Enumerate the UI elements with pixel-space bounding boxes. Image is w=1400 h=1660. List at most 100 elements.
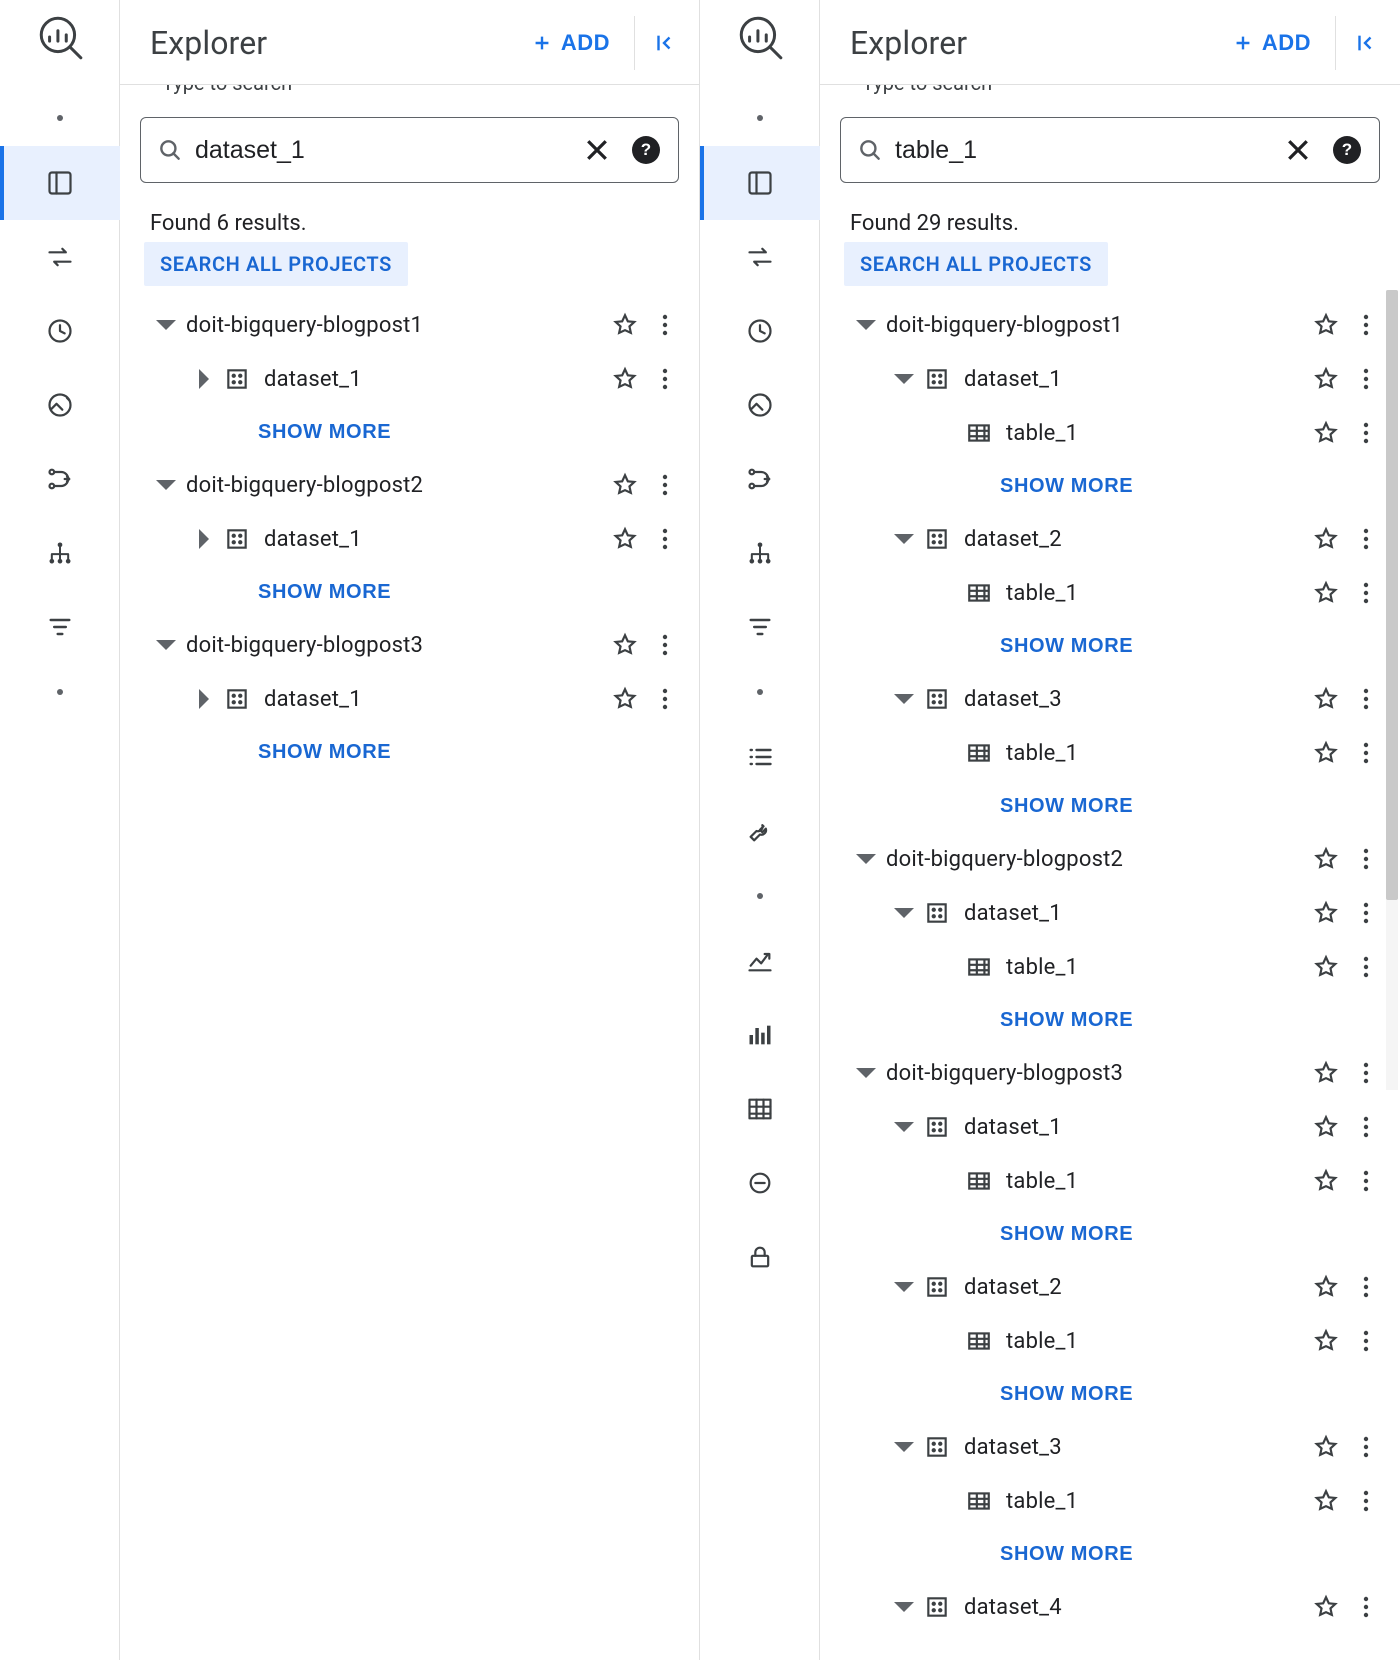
clear-search-button[interactable]	[578, 131, 616, 169]
more-actions-button[interactable]	[645, 305, 685, 345]
more-actions-button[interactable]	[1346, 1053, 1386, 1093]
table-row[interactable]: table_1	[828, 566, 1392, 620]
collapse-panel-button[interactable]	[1340, 22, 1390, 64]
show-more-button[interactable]: SHOW MORE	[258, 421, 391, 444]
more-actions-button[interactable]	[1346, 1267, 1386, 1307]
more-actions-button[interactable]	[645, 519, 685, 559]
star-button[interactable]	[605, 679, 645, 719]
expand-icon[interactable]	[146, 625, 186, 665]
search-all-projects-button[interactable]: SEARCH ALL PROJECTS	[144, 242, 408, 286]
add-button[interactable]: ADD	[1212, 20, 1331, 66]
sidebar-bars-item[interactable]	[700, 998, 820, 1072]
sidebar-dataflow-item[interactable]	[700, 442, 820, 516]
star-button[interactable]	[1306, 679, 1346, 719]
dataset-row[interactable]: dataset_4	[828, 1580, 1392, 1634]
expand-icon[interactable]	[884, 679, 924, 719]
sidebar-scheduled-item[interactable]	[700, 368, 820, 442]
star-button[interactable]	[605, 359, 645, 399]
scrollbar-thumb[interactable]	[1386, 290, 1398, 900]
expand-icon[interactable]	[184, 359, 224, 399]
dataset-row[interactable]: dataset_1	[828, 352, 1392, 406]
expand-icon[interactable]	[884, 893, 924, 933]
project-row[interactable]: doit-bigquery-blogpost2	[128, 458, 691, 512]
dataset-row[interactable]: dataset_1	[128, 512, 691, 566]
more-actions-button[interactable]	[1346, 679, 1386, 719]
project-row[interactable]: doit-bigquery-blogpost3	[828, 1046, 1392, 1100]
expand-icon[interactable]	[884, 519, 924, 559]
more-actions-button[interactable]	[1346, 1321, 1386, 1361]
dataset-row[interactable]: dataset_1	[128, 672, 691, 726]
star-button[interactable]	[1306, 1161, 1346, 1201]
more-actions-button[interactable]	[1346, 1587, 1386, 1627]
more-actions-button[interactable]	[1346, 519, 1386, 559]
expand-icon[interactable]	[846, 305, 886, 345]
project-row[interactable]: doit-bigquery-blogpost1	[828, 298, 1392, 352]
sidebar-transfers-item[interactable]	[700, 220, 820, 294]
scrollbar[interactable]	[1386, 290, 1398, 1090]
collapse-panel-button[interactable]	[639, 22, 689, 64]
table-row[interactable]: table_1	[828, 940, 1392, 994]
sidebar-lock-item[interactable]	[700, 1220, 820, 1294]
table-row[interactable]: table_1	[828, 1154, 1392, 1208]
more-actions-button[interactable]	[1346, 305, 1386, 345]
star-button[interactable]	[1306, 947, 1346, 987]
star-button[interactable]	[605, 519, 645, 559]
sidebar-transfers-item[interactable]	[0, 220, 120, 294]
search-help-button[interactable]: ?	[1329, 132, 1365, 168]
sidebar-scheduled-item[interactable]	[0, 368, 120, 442]
more-actions-button[interactable]	[1346, 1161, 1386, 1201]
star-button[interactable]	[1306, 1107, 1346, 1147]
star-button[interactable]	[1306, 413, 1346, 453]
show-more-button[interactable]: SHOW MORE	[1000, 1383, 1133, 1406]
show-more-button[interactable]: SHOW MORE	[1000, 795, 1133, 818]
more-actions-button[interactable]	[645, 465, 685, 505]
sidebar-hierarchy-item[interactable]	[700, 516, 820, 590]
more-actions-button[interactable]	[1346, 1481, 1386, 1521]
more-actions-button[interactable]	[1346, 893, 1386, 933]
star-button[interactable]	[1306, 1587, 1346, 1627]
dataset-row[interactable]: dataset_1	[128, 352, 691, 406]
table-row[interactable]: table_1	[828, 726, 1392, 780]
star-button[interactable]	[1306, 359, 1346, 399]
more-actions-button[interactable]	[645, 679, 685, 719]
dataset-row[interactable]: dataset_2	[828, 512, 1392, 566]
show-more-button[interactable]: SHOW MORE	[1000, 475, 1133, 498]
expand-icon[interactable]	[884, 359, 924, 399]
star-button[interactable]	[1306, 519, 1346, 559]
star-button[interactable]	[1306, 1321, 1346, 1361]
table-row[interactable]: table_1	[828, 1314, 1392, 1368]
sidebar-dataflow-item[interactable]	[0, 442, 120, 516]
star-button[interactable]	[1306, 1481, 1346, 1521]
show-more-button[interactable]: SHOW MORE	[1000, 1223, 1133, 1246]
sidebar-filter-item[interactable]	[0, 590, 120, 664]
more-actions-button[interactable]	[645, 359, 685, 399]
sidebar-wrench-item[interactable]	[700, 794, 820, 868]
star-button[interactable]	[605, 305, 645, 345]
expand-icon[interactable]	[884, 1107, 924, 1147]
dataset-row[interactable]: dataset_3	[828, 1420, 1392, 1474]
sidebar-trending-item[interactable]	[700, 924, 820, 998]
sidebar-circle-item[interactable]	[700, 1146, 820, 1220]
search-help-button[interactable]: ?	[628, 132, 664, 168]
more-actions-button[interactable]	[1346, 947, 1386, 987]
dataset-row[interactable]: dataset_1	[828, 1100, 1392, 1154]
sidebar-explorer-item[interactable]	[700, 146, 820, 220]
add-button[interactable]: ADD	[511, 20, 630, 66]
star-button[interactable]	[1306, 733, 1346, 773]
dataset-row[interactable]: dataset_1	[828, 886, 1392, 940]
star-button[interactable]	[1306, 305, 1346, 345]
search-input[interactable]	[195, 136, 566, 165]
expand-icon[interactable]	[884, 1427, 924, 1467]
star-button[interactable]	[1306, 1427, 1346, 1467]
show-more-button[interactable]: SHOW MORE	[258, 741, 391, 764]
expand-icon[interactable]	[846, 839, 886, 879]
show-more-button[interactable]: SHOW MORE	[1000, 1009, 1133, 1032]
star-button[interactable]	[605, 465, 645, 505]
clear-search-button[interactable]	[1279, 131, 1317, 169]
more-actions-button[interactable]	[1346, 839, 1386, 879]
more-actions-button[interactable]	[1346, 359, 1386, 399]
show-more-button[interactable]: SHOW MORE	[258, 581, 391, 604]
expand-icon[interactable]	[884, 1267, 924, 1307]
search-input[interactable]	[895, 136, 1267, 165]
sidebar-filter-item[interactable]	[700, 590, 820, 664]
